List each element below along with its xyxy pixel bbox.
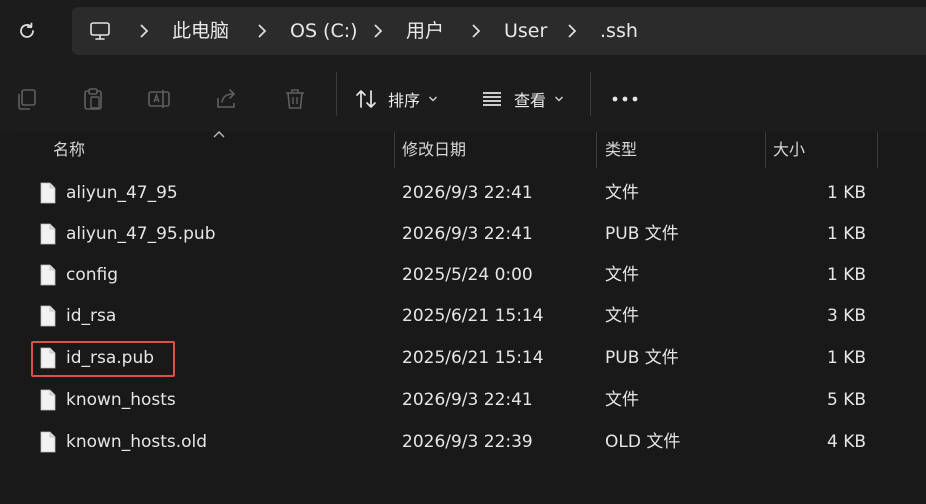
chevron-right-icon xyxy=(374,24,383,38)
file-row[interactable]: known_hosts 2026/9/3 22:41 文件 5 KB xyxy=(0,380,926,421)
sort-label: 排序 xyxy=(388,91,421,110)
file-type: 文件 xyxy=(605,306,639,326)
copy-icon[interactable] xyxy=(14,86,40,112)
file-icon xyxy=(40,182,56,204)
more-icon[interactable] xyxy=(610,88,640,110)
breadcrumb-user[interactable]: User xyxy=(504,7,547,55)
file-size: 3 KB xyxy=(826,306,866,326)
view-icon xyxy=(483,92,501,106)
file-modified: 2026/9/3 22:41 xyxy=(402,390,533,410)
column-divider[interactable] xyxy=(877,132,878,168)
file-icon xyxy=(40,305,56,327)
file-name: config xyxy=(66,265,119,285)
file-icon xyxy=(40,431,56,453)
file-name: known_hosts xyxy=(66,390,176,410)
breadcrumb-ssh[interactable]: .ssh xyxy=(600,7,638,55)
toolbar-divider xyxy=(590,72,591,116)
file-size: 1 KB xyxy=(826,348,866,368)
file-icon xyxy=(40,264,56,286)
file-modified: 2025/6/21 15:14 xyxy=(402,306,544,326)
chevron-right-icon xyxy=(140,24,149,38)
file-row[interactable]: known_hosts.old 2026/9/3 22:39 OLD 文件 4 … xyxy=(0,422,926,463)
chevron-down-icon xyxy=(555,96,564,102)
sort-icon xyxy=(356,90,376,108)
file-modified: 2026/9/3 22:41 xyxy=(402,224,533,244)
file-modified: 2026/9/3 22:39 xyxy=(402,432,533,452)
file-size: 1 KB xyxy=(826,183,866,203)
file-size: 5 KB xyxy=(826,390,866,410)
file-name: aliyun_47_95 xyxy=(66,183,178,203)
file-type: PUB 文件 xyxy=(605,224,679,244)
address-bar-area: 此电脑 OS (C:) 用户 User .ssh xyxy=(0,0,926,62)
computer-icon[interactable] xyxy=(88,19,112,43)
file-row[interactable]: aliyun_47_95 2026/9/3 22:41 文件 1 KB xyxy=(0,173,926,214)
file-size: 4 KB xyxy=(826,432,866,452)
file-icon xyxy=(40,389,56,411)
view-button[interactable]: 查看 xyxy=(480,82,574,116)
file-list: 名称 修改日期 类型 大小 aliyun_47_95 2026/9/3 22:4… xyxy=(0,131,926,504)
chevron-right-icon xyxy=(472,24,481,38)
column-header-modified[interactable]: 修改日期 xyxy=(402,132,466,168)
file-modified: 2025/5/24 0:00 xyxy=(402,265,533,285)
view-label: 查看 xyxy=(514,91,547,110)
toolbar-divider xyxy=(336,72,337,116)
file-type: PUB 文件 xyxy=(605,348,679,368)
file-type: 文件 xyxy=(605,390,639,410)
file-row[interactable]: aliyun_47_95.pub 2026/9/3 22:41 PUB 文件 1… xyxy=(0,214,926,255)
file-type: 文件 xyxy=(605,183,639,203)
trash-icon[interactable] xyxy=(282,86,308,112)
breadcrumb-this-pc[interactable]: 此电脑 xyxy=(172,7,229,55)
rename-icon[interactable] xyxy=(146,86,172,112)
breadcrumb[interactable]: 此电脑 OS (C:) 用户 User .ssh xyxy=(72,7,926,55)
file-icon xyxy=(40,223,56,245)
file-name: id_rsa xyxy=(66,306,117,326)
highlight-box xyxy=(31,341,175,377)
column-header-name[interactable]: 名称 xyxy=(53,132,85,168)
share-icon[interactable] xyxy=(214,86,240,112)
file-name: known_hosts.old xyxy=(66,432,208,452)
chevron-right-icon xyxy=(258,24,267,38)
file-row[interactable]: config 2025/5/24 0:00 文件 1 KB xyxy=(0,255,926,296)
column-divider[interactable] xyxy=(596,132,597,168)
column-divider[interactable] xyxy=(394,132,395,168)
command-bar: 排序 查看 xyxy=(0,62,926,132)
chevron-right-icon xyxy=(568,24,577,38)
paste-icon[interactable] xyxy=(80,86,106,112)
file-name: aliyun_47_95.pub xyxy=(66,224,216,244)
sort-button[interactable]: 排序 xyxy=(354,82,448,116)
breadcrumb-drive-c[interactable]: OS (C:) xyxy=(290,7,358,55)
column-header-size[interactable]: 大小 xyxy=(773,132,805,168)
column-header-type[interactable]: 类型 xyxy=(605,132,637,168)
file-row[interactable]: id_rsa 2025/6/21 15:14 文件 3 KB xyxy=(0,296,926,337)
sort-ascending-icon xyxy=(213,131,225,138)
file-modified: 2026/9/3 22:41 xyxy=(402,183,533,203)
file-type: OLD 文件 xyxy=(605,432,681,452)
refresh-icon[interactable] xyxy=(14,18,40,44)
file-size: 1 KB xyxy=(826,265,866,285)
file-type: 文件 xyxy=(605,265,639,285)
column-divider[interactable] xyxy=(765,132,766,168)
chevron-down-icon xyxy=(429,96,438,102)
file-modified: 2025/6/21 15:14 xyxy=(402,348,544,368)
file-size: 1 KB xyxy=(826,224,866,244)
breadcrumb-users[interactable]: 用户 xyxy=(406,7,444,55)
